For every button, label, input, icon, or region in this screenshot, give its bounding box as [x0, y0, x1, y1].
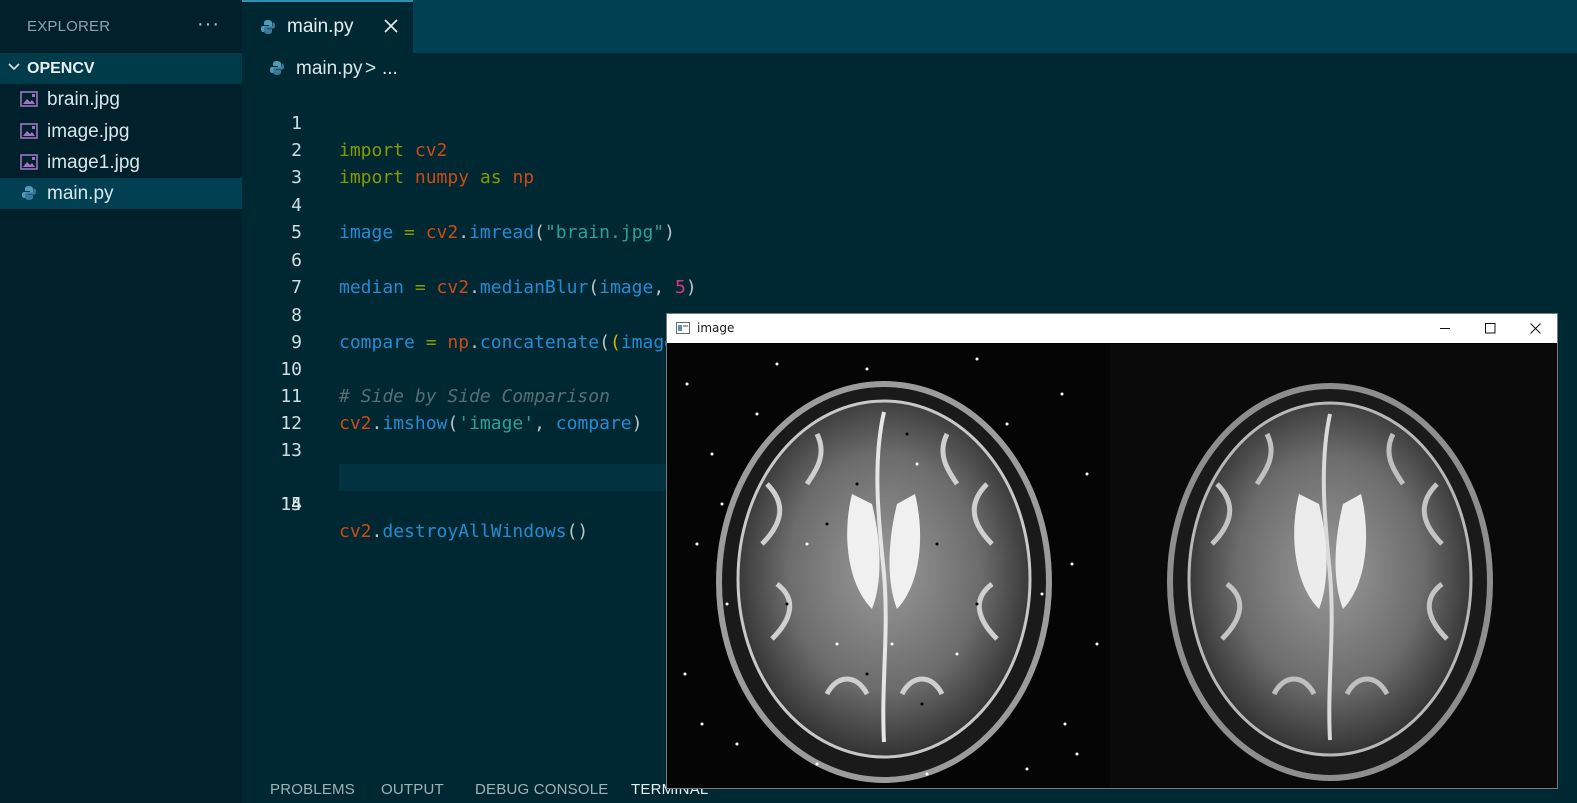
python-file-icon: [22, 186, 36, 200]
folder-opencv[interactable]: OPENCV: [0, 53, 242, 84]
more-actions-icon[interactable]: ···: [197, 13, 220, 36]
file-label: main.py: [47, 183, 114, 204]
tab-main-py[interactable]: main.py: [242, 0, 413, 53]
code-line: 2 import numpy as np: [242, 110, 1577, 188]
file-label: brain.jpg: [47, 89, 120, 110]
python-file-icon: [270, 61, 284, 75]
image-file-icon: [20, 154, 38, 170]
file-item-brain-jpg[interactable]: brain.jpg: [0, 84, 242, 115]
breadcrumb-symbols[interactable]: ...: [382, 58, 398, 80]
line-number: 15: [280, 494, 302, 515]
code-line: 3: [242, 137, 1577, 188]
minimize-icon: [1440, 328, 1450, 329]
median-filtered-brain-image: [1167, 383, 1493, 781]
window-titlebar[interactable]: image: [667, 314, 1557, 343]
editor-tab-bar: [242, 0, 1577, 53]
code-line: 8 compare = np.concatenate((image, media…: [242, 275, 1577, 353]
explorer-header: EXPLORER ···: [0, 0, 242, 52]
file-label: image1.jpg: [47, 152, 140, 173]
code-line: 7: [242, 247, 1577, 298]
tab-output[interactable]: OUTPUT: [381, 781, 444, 798]
close-icon: [1530, 323, 1541, 334]
file-item-image1-jpg[interactable]: image1.jpg: [0, 147, 242, 178]
file-item-main-py[interactable]: main.py: [0, 178, 242, 209]
close-button[interactable]: [1513, 314, 1558, 343]
chevron-right-icon: >: [365, 58, 377, 79]
breadcrumb-file[interactable]: main.py: [296, 58, 363, 80]
folder-label: OPENCV: [27, 60, 95, 77]
image-file-icon: [20, 123, 38, 139]
tab-problems[interactable]: PROBLEMS: [270, 781, 355, 798]
tab-debug-console[interactable]: DEBUG CONSOLE: [475, 781, 608, 798]
code-line: 4 image = cv2.imread("brain.jpg"): [242, 165, 1577, 243]
close-icon[interactable]: [383, 18, 399, 34]
file-item-image-jpg[interactable]: image.jpg: [0, 116, 242, 147]
maximize-button[interactable]: [1468, 314, 1513, 343]
python-file-icon: [261, 20, 275, 34]
code-line: 6 median = cv2.medianBlur(image, 5): [242, 220, 1577, 298]
window-app-icon: [676, 322, 690, 334]
file-label: image.jpg: [47, 121, 130, 142]
code-line: 5: [242, 192, 1577, 243]
opencv-image-window[interactable]: image: [666, 313, 1558, 789]
tab-label: main.py: [287, 16, 354, 37]
explorer-sidebar: EXPLORER ··· OPENCV brain.jpg image.jpg …: [0, 0, 242, 803]
minimize-button[interactable]: [1423, 314, 1468, 343]
chevron-down-icon: [8, 63, 20, 71]
maximize-icon: [1485, 323, 1496, 334]
code-line: 1 import cv2: [242, 83, 1577, 161]
explorer-title: EXPLORER: [27, 18, 111, 35]
comparison-image: [667, 344, 1557, 788]
window-title: image: [697, 321, 735, 335]
image-file-icon: [20, 91, 38, 107]
